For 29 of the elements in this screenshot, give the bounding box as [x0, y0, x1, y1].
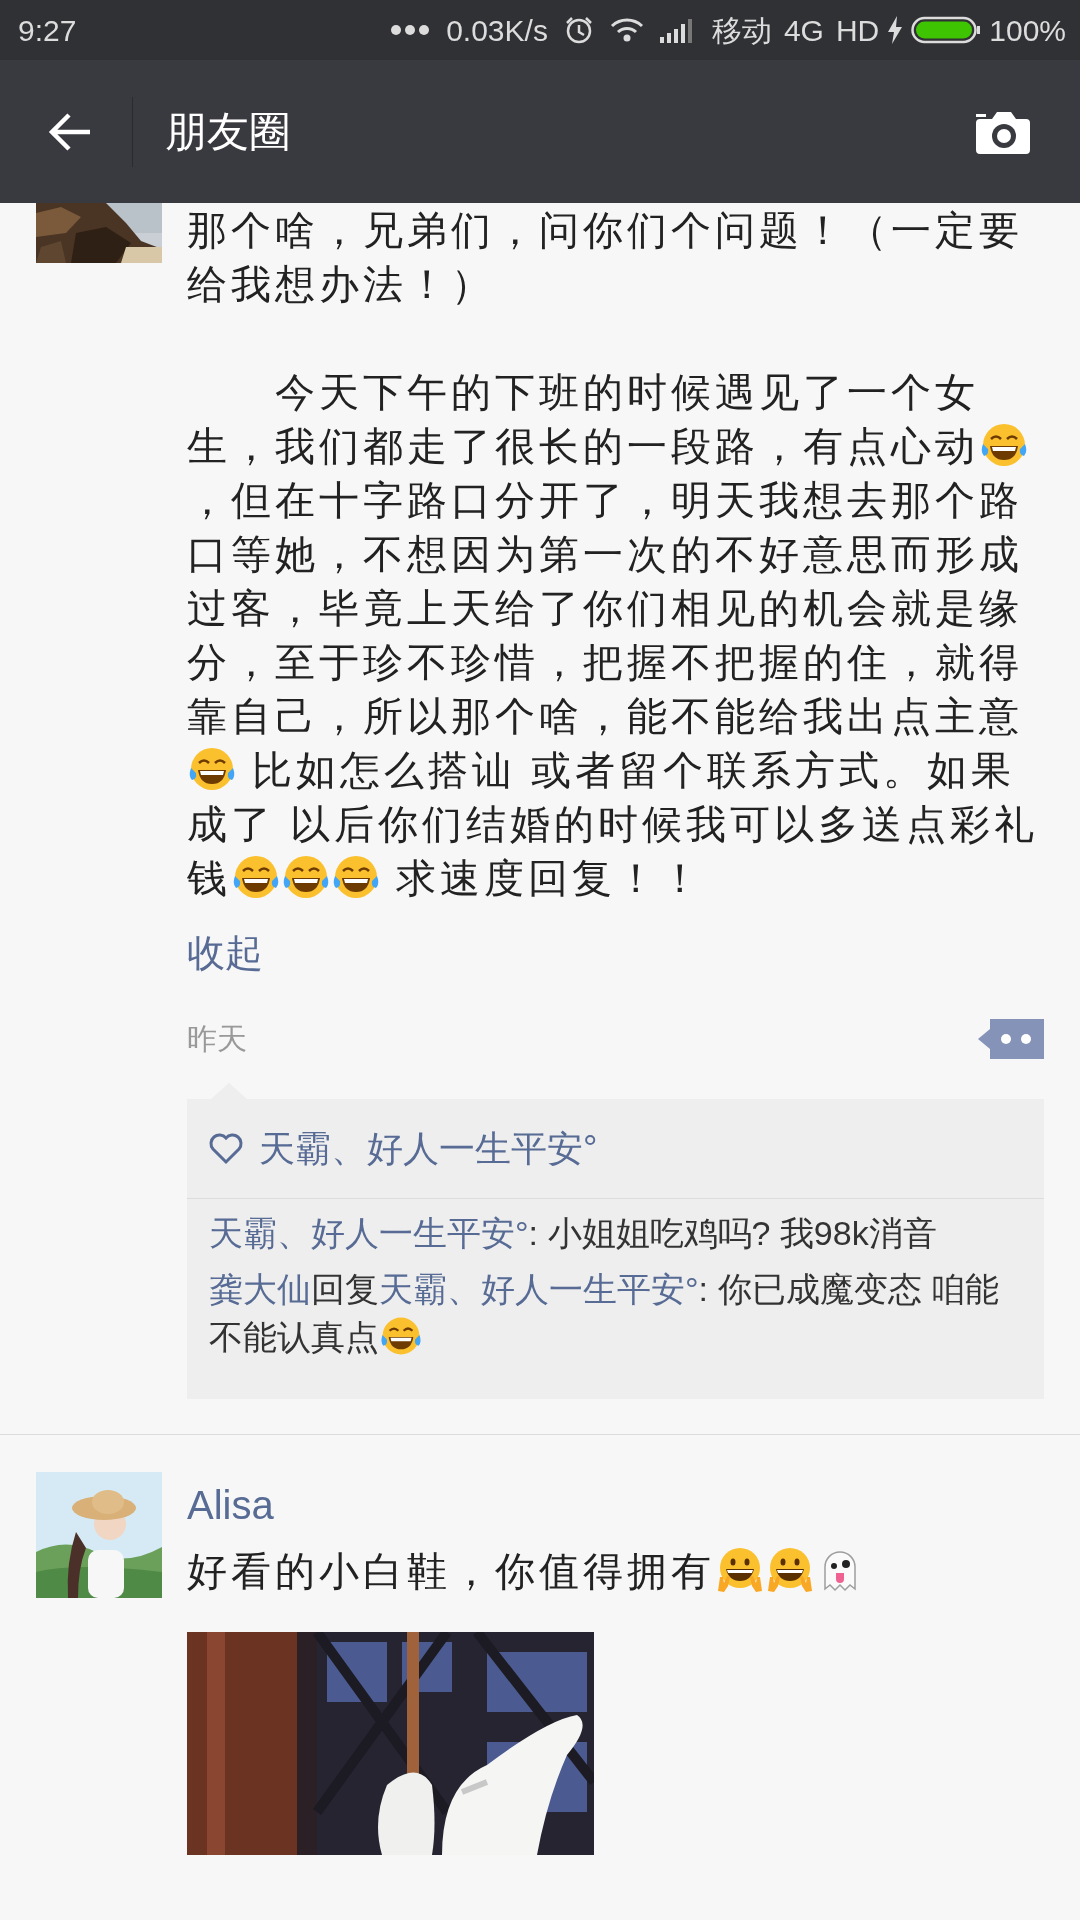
post-text: 好看的小白鞋，你值得拥有: [187, 1544, 1044, 1598]
network-speed: 0.03K/s: [446, 12, 548, 49]
page-title: 朋友圈: [165, 107, 292, 157]
heart-icon: [209, 1132, 243, 1165]
more-notifications-icon: [390, 24, 431, 36]
user-name-link[interactable]: 龚大仙: [209, 1270, 311, 1308]
battery-icon: [911, 15, 982, 45]
wifi-icon: [609, 17, 644, 43]
camera-button[interactable]: [974, 109, 1032, 154]
comment-text: 龚大仙回复天霸、好人一生平安°: 你已成魔变态 咱能不能认真点: [209, 1269, 1000, 1360]
more-options-button[interactable]: [978, 1018, 1044, 1059]
lightning-bolt-icon: [887, 16, 904, 44]
post-text: 今天下午的下班的时候遇见了一个女生，我们都走了很长的一段路，有点心动 ，但在十字路口分开了，明天我想去那个路口等她，不想因为第一次的不好意思而形成过客，毕竟上天给了你们相见的机会就是缘分，至于珍不珍惜，把握不把握的住，就得靠自己，所以那个啥，能不能给我出点主意 比如怎么搭讪 或者留个联系方式。如果成了 以后你们结婚的时候我可以多送点彩礼钱 求速度回复！！: [187, 369, 1040, 904]
hd-indicator: HD: [835, 12, 880, 49]
back-button[interactable]: [48, 111, 92, 152]
peace-sign-smiley-emoji-icon: [765, 1545, 815, 1595]
clock-time: 9:27: [18, 12, 77, 49]
battery-percent: 100%: [989, 12, 1066, 49]
collapse-link[interactable]: 收起: [187, 926, 263, 980]
likes-names[interactable]: 天霸、好人一生平安°: [259, 1121, 598, 1176]
carrier-name: 移动: [711, 12, 772, 49]
network-type: 4G: [783, 12, 824, 49]
post-time: 昨天: [187, 1021, 247, 1057]
user-name-link[interactable]: 天霸、好人一生平安°: [379, 1270, 699, 1308]
author-name[interactable]: Alisa: [187, 1478, 1044, 1532]
user-name-link[interactable]: 天霸、好人一生平安°: [209, 1214, 529, 1252]
comment-text: 天霸、好人一生平安°: 小姐姐吃鸡吗? 我98k消音: [209, 1213, 938, 1254]
peace-sign-smiley-emoji-icon: [715, 1545, 765, 1595]
post-text: 那个啥，兄弟们，问你们个问题！（一定要给我想办法！）: [187, 207, 1024, 308]
